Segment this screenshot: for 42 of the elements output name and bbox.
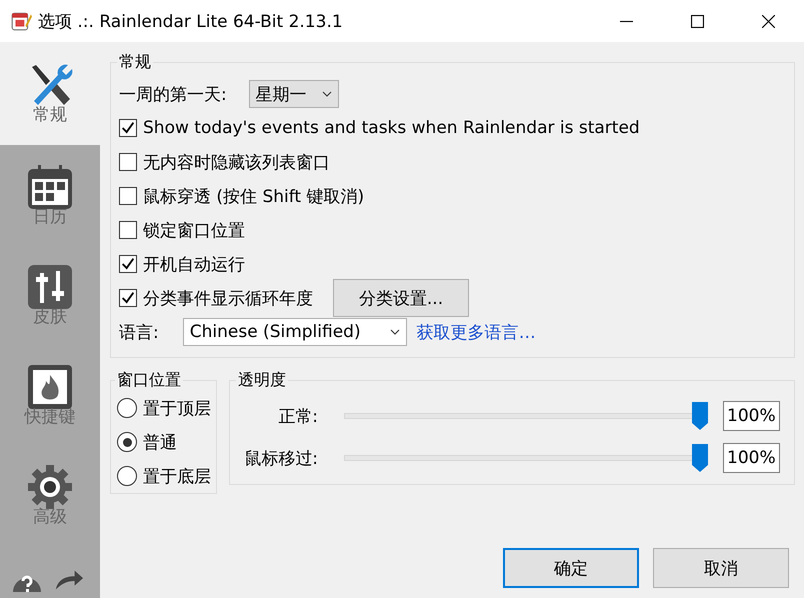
weekday-dropdown[interactable]: 星期一 — [248, 80, 339, 108]
more-languages-link[interactable]: 获取更多语言… — [416, 320, 536, 344]
slider-thumb[interactable] — [692, 402, 708, 430]
checkbox[interactable] — [119, 221, 137, 239]
group-title: 透明度 — [237, 370, 287, 391]
group-title: 常规 — [118, 52, 152, 73]
checkbox-label: Show today's events and tasks when Rainlendar is started — [143, 118, 640, 138]
calendar-icon — [26, 162, 74, 210]
app-icon — [10, 10, 32, 32]
radio-label: 普通 — [143, 432, 177, 454]
language-dropdown[interactable]: Chinese (Simplified) — [182, 318, 407, 346]
cancel-button[interactable]: 取消 — [653, 548, 789, 588]
checkbox-label: 分类事件显示循环年度 — [143, 288, 313, 310]
radio-label: 置于顶层 — [143, 398, 211, 420]
checkbox[interactable] — [119, 119, 137, 137]
ok-button[interactable]: 确定 — [503, 548, 639, 588]
group-title: 窗口位置 — [116, 370, 182, 391]
radio-button[interactable] — [117, 432, 137, 452]
checkbox[interactable] — [119, 187, 137, 205]
field-label: 语言: — [119, 322, 159, 344]
sidebar-item[interactable]: 常规 — [0, 42, 100, 145]
percent-field[interactable]: 100% — [723, 401, 780, 431]
share-arrow-icon[interactable] — [54, 568, 84, 592]
radio-button[interactable] — [117, 466, 137, 486]
checkbox[interactable] — [119, 153, 137, 171]
slider-label: 鼠标移过: — [243, 448, 318, 470]
checkbox[interactable] — [119, 289, 137, 307]
slider-thumb[interactable] — [692, 444, 708, 472]
percent-field[interactable]: 100% — [723, 443, 780, 473]
checkbox[interactable] — [119, 255, 137, 273]
field-label: 一周的第一天: — [119, 84, 227, 106]
checkbox-label: 开机自动运行 — [143, 254, 245, 276]
checkbox-label: 无内容时隐藏该列表窗口 — [143, 152, 330, 174]
checkbox-label: 鼠标穿透 (按住 Shift 键取消) — [143, 186, 364, 208]
category-settings-button[interactable]: 分类设置... — [333, 279, 469, 317]
window-title: 选项 .:. Rainlendar Lite 64-Bit 2.13.1 — [38, 10, 343, 32]
slider-label: 正常: — [277, 406, 318, 428]
chevron-icon — [390, 329, 400, 335]
checkbox-label: 锁定窗口位置 — [143, 220, 245, 242]
radio-label: 置于底层 — [143, 466, 211, 488]
chevron-icon — [322, 91, 332, 97]
radio-button[interactable] — [117, 398, 137, 418]
